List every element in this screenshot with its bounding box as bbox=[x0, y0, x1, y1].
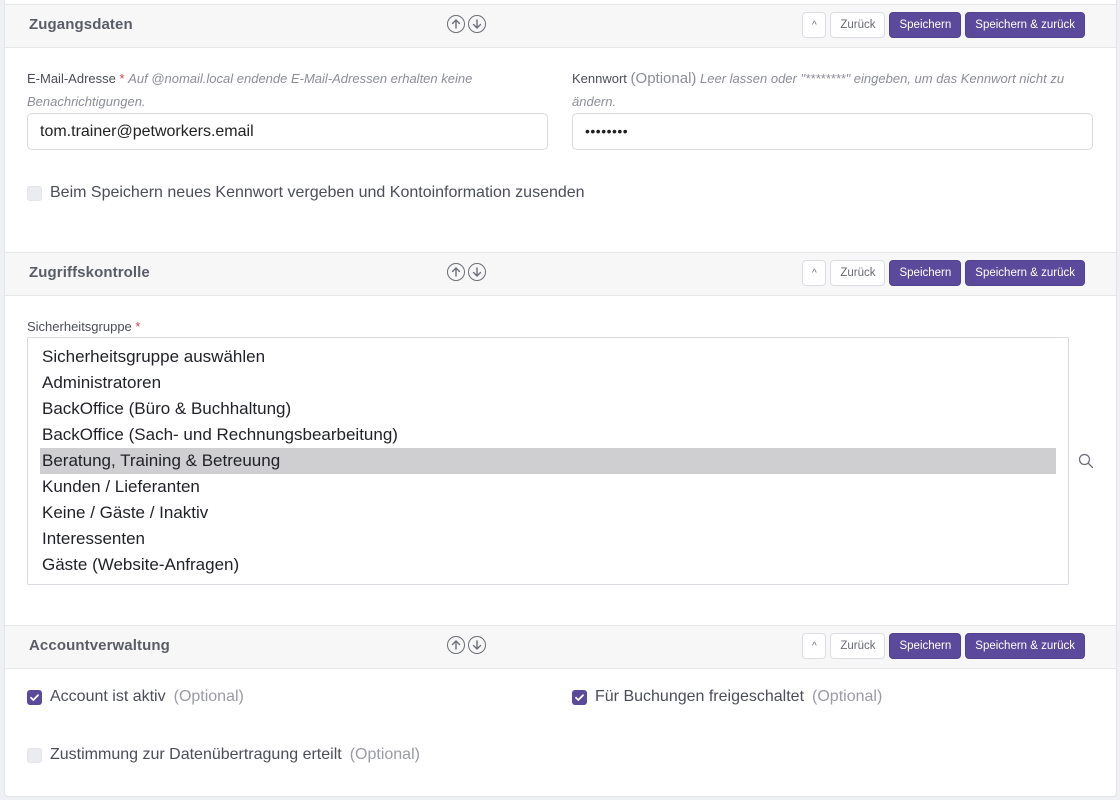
arrow-down-circle-icon[interactable] bbox=[468, 263, 486, 281]
email-field[interactable]: tom.trainer@petworkers.email bbox=[27, 113, 548, 150]
booking-enabled-label: Für Buchungen freigeschaltet bbox=[595, 688, 805, 705]
arrow-up-circle-icon[interactable] bbox=[447, 636, 465, 654]
section-header-accountverwaltung: Accountverwaltung ^ Zurück Speichern Spe… bbox=[5, 625, 1116, 669]
account-active-label: Account ist aktiv bbox=[50, 688, 166, 705]
reorder-controls bbox=[447, 263, 486, 281]
save-button[interactable]: Speichern bbox=[889, 12, 962, 38]
password-label-text: Kennwort bbox=[572, 71, 627, 86]
booking-enabled-option[interactable]: Für Buchungen freigeschaltet (Optional) bbox=[572, 688, 882, 706]
save-and-back-button[interactable]: Speichern & zurück bbox=[965, 633, 1085, 659]
arrow-down-circle-icon[interactable] bbox=[468, 636, 486, 654]
optional-tag: (Optional) bbox=[173, 688, 244, 705]
collapse-button[interactable]: ^ bbox=[802, 12, 827, 38]
section-title: Zugriffskontrolle bbox=[29, 264, 150, 281]
arrow-up-circle-icon[interactable] bbox=[447, 15, 465, 33]
select-option[interactable]: Interessenten bbox=[40, 526, 1056, 552]
reorder-controls bbox=[447, 15, 486, 33]
save-button[interactable]: Speichern bbox=[889, 633, 962, 659]
section-actions: ^ Zurück Speichern Speichern & zurück bbox=[802, 12, 1085, 38]
select-option[interactable]: Administratoren bbox=[40, 370, 1056, 396]
data-consent-checkbox[interactable] bbox=[27, 747, 42, 763]
check-icon bbox=[575, 693, 584, 701]
data-consent-option[interactable]: Zustimmung zur Datenübertragung erteilt … bbox=[27, 746, 420, 764]
back-button[interactable]: Zurück bbox=[830, 260, 886, 286]
arrow-down-circle-icon[interactable] bbox=[468, 15, 486, 33]
send-password-checkbox[interactable] bbox=[27, 185, 42, 201]
account-active-option[interactable]: Account ist aktiv (Optional) bbox=[27, 688, 244, 706]
email-label: E-Mail-Adresse * Auf @nomail.local enden… bbox=[27, 67, 547, 113]
select-option[interactable]: Sicherheitsgruppe auswählen bbox=[40, 344, 1056, 370]
required-mark: * bbox=[119, 71, 125, 86]
section-header-zugriffskontrolle: Zugriffskontrolle ^ Zurück Speichern Spe… bbox=[5, 252, 1116, 296]
save-button[interactable]: Speichern bbox=[889, 260, 962, 286]
select-option[interactable]: BackOffice (Sach- und Rechnungsbearbeitu… bbox=[40, 422, 1056, 448]
section-actions: ^ Zurück Speichern Speichern & zurück bbox=[802, 633, 1085, 659]
section-title: Zugangsdaten bbox=[29, 16, 133, 33]
select-option[interactable]: Keine / Gäste / Inaktiv bbox=[40, 500, 1056, 526]
arrow-up-circle-icon[interactable] bbox=[447, 263, 465, 281]
save-and-back-button[interactable]: Speichern & zurück bbox=[965, 12, 1085, 38]
save-and-back-button[interactable]: Speichern & zurück bbox=[965, 260, 1085, 286]
collapse-button[interactable]: ^ bbox=[802, 260, 827, 286]
select-option[interactable]: Gäste (Website-Anfragen) bbox=[40, 552, 1056, 578]
collapse-button[interactable]: ^ bbox=[802, 633, 827, 659]
optional-tag: (Optional) bbox=[349, 746, 420, 763]
security-group-label-text: Sicherheitsgruppe bbox=[27, 319, 132, 334]
data-consent-label: Zustimmung zur Datenübertragung erteilt bbox=[50, 746, 342, 763]
optional-tag: (Optional) bbox=[630, 70, 697, 87]
send-password-option[interactable]: Beim Speichern neues Kennwort vergeben u… bbox=[27, 184, 585, 202]
account-active-checkbox[interactable] bbox=[27, 689, 42, 705]
back-button[interactable]: Zurück bbox=[830, 633, 886, 659]
password-field[interactable]: •••••••• bbox=[572, 113, 1093, 150]
security-group-label: Sicherheitsgruppe * bbox=[27, 315, 140, 338]
send-password-label: Beim Speichern neues Kennwort vergeben u… bbox=[50, 184, 585, 201]
section-header-zugangsdaten: Zugangsdaten ^ Zurück Speichern Speicher… bbox=[5, 4, 1116, 48]
booking-enabled-checkbox[interactable] bbox=[572, 689, 587, 705]
form-page: Zugangsdaten ^ Zurück Speichern Speicher… bbox=[4, 0, 1117, 797]
email-label-text: E-Mail-Adresse bbox=[27, 71, 116, 86]
required-mark: * bbox=[135, 319, 141, 334]
section-actions: ^ Zurück Speichern Speichern & zurück bbox=[802, 260, 1085, 286]
password-label: Kennwort (Optional) Leer lassen oder "**… bbox=[572, 67, 1092, 113]
check-icon bbox=[30, 693, 39, 701]
back-button[interactable]: Zurück bbox=[830, 12, 886, 38]
security-group-select[interactable]: Sicherheitsgruppe auswählen Administrato… bbox=[27, 337, 1069, 585]
select-option-selected[interactable]: Beratung, Training & Betreuung bbox=[40, 448, 1056, 474]
select-option[interactable]: Kunden / Lieferanten bbox=[40, 474, 1056, 500]
reorder-controls bbox=[447, 636, 486, 654]
optional-tag: (Optional) bbox=[812, 688, 883, 705]
section-title: Accountverwaltung bbox=[29, 637, 170, 654]
select-option[interactable]: BackOffice (Büro & Buchhaltung) bbox=[40, 396, 1056, 422]
search-icon[interactable] bbox=[1077, 452, 1095, 470]
